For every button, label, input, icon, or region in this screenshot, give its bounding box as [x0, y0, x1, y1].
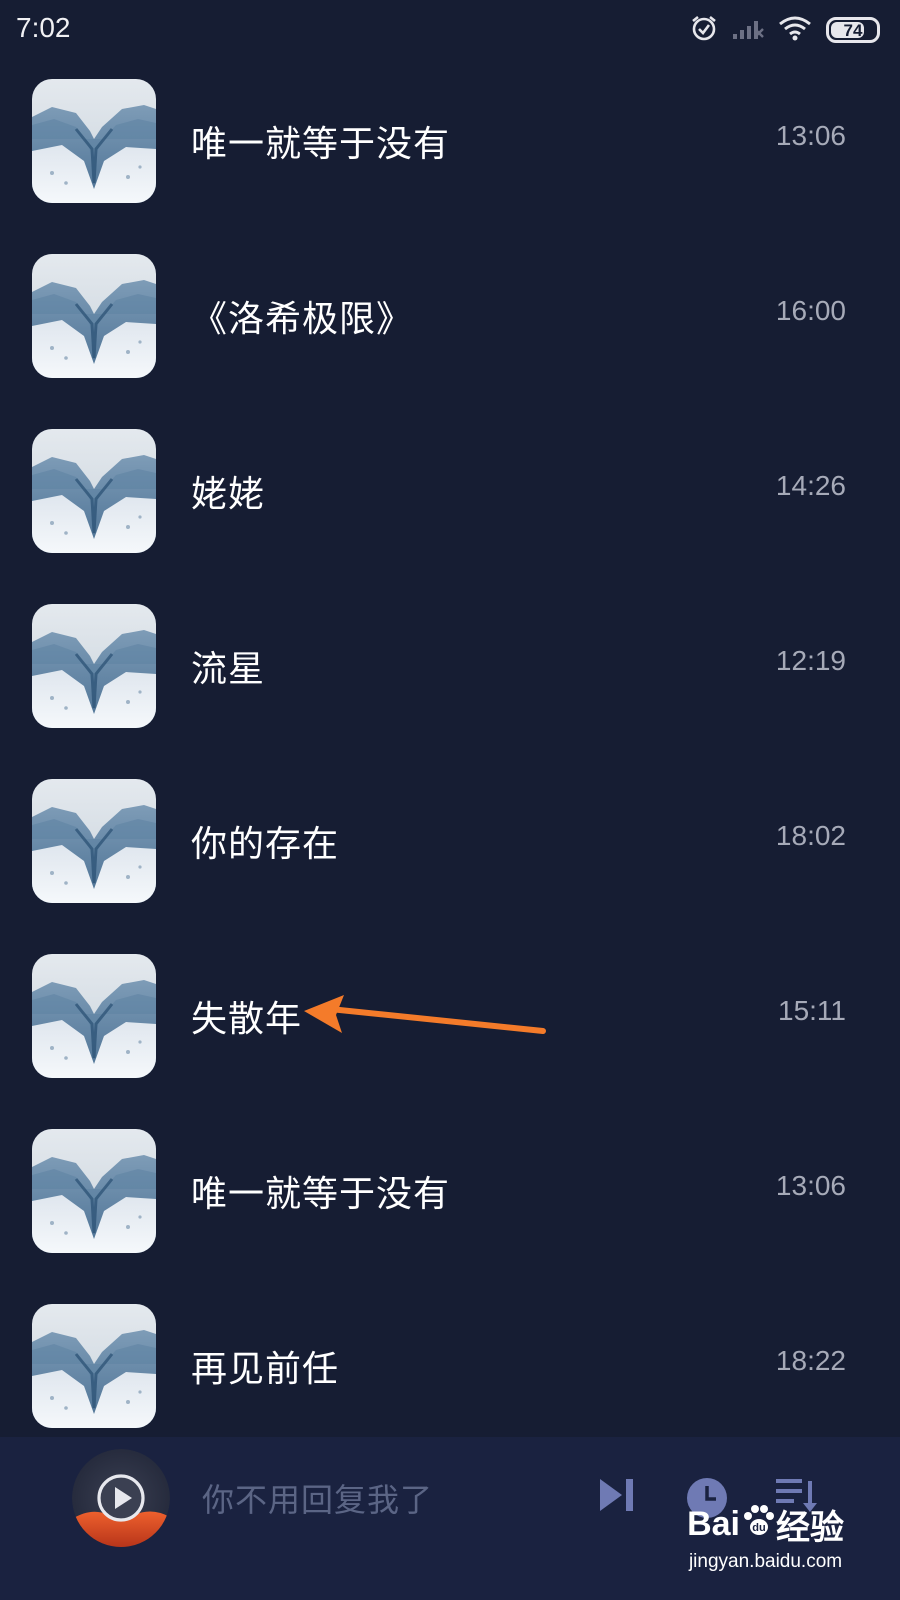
watermark-url: jingyan.baidu.com [688, 1551, 843, 1572]
player-album-disc[interactable] [72, 1449, 170, 1547]
watermark-brand-right: 经验 [776, 1509, 844, 1547]
song-thumbnail[interactable] [32, 254, 156, 378]
battery-icon: 74 [826, 17, 880, 43]
song-title: 唯一就等于没有 [191, 124, 451, 165]
song-title: 再见前任 [191, 1349, 340, 1390]
song-title: 姥姥 [191, 474, 266, 515]
song-item[interactable]: 流星 12:19 [0, 600, 900, 775]
status-bar: 7:02 74 [0, 0, 900, 64]
annotation-arrow [300, 995, 550, 1044]
song-duration: 14:26 [775, 470, 846, 501]
song-duration: 16:00 [775, 295, 846, 326]
wifi-icon [778, 15, 812, 45]
paw-icon: du [740, 1502, 776, 1547]
song-duration: 15:11 [778, 995, 846, 1026]
song-item[interactable]: 姥姥 14:26 [0, 425, 900, 600]
song-thumbnail[interactable] [32, 1129, 156, 1253]
song-title: 失散年 [191, 999, 303, 1040]
song-duration: 18:02 [775, 820, 846, 851]
song-thumbnail[interactable] [32, 779, 156, 903]
next-track-icon[interactable] [598, 1477, 636, 1517]
status-time: 7:02 [16, 12, 71, 43]
song-duration: 13:06 [775, 120, 846, 151]
watermark-brand: Bai du 经验 [687, 1500, 844, 1549]
song-thumbnail[interactable] [32, 954, 156, 1078]
baidu-jingyan-watermark: Bai du 经验 jingyan.baidu.com [687, 1500, 844, 1573]
watermark-brand-left: Bai [687, 1505, 740, 1543]
song-title: 流星 [191, 649, 266, 690]
song-thumbnail[interactable] [32, 1304, 156, 1428]
song-thumbnail[interactable] [32, 429, 156, 553]
alarm-clock-icon [690, 14, 718, 46]
song-thumbnail[interactable] [32, 604, 156, 728]
song-title: 《洛希极限》 [191, 299, 414, 340]
play-icon[interactable] [96, 1473, 146, 1523]
song-list: 唯一就等于没有 13:06 《洛希极限》 16:00 姥姥 14:26 流星 12:19 你的存… [0, 75, 900, 1475]
now-playing-title[interactable]: 你不用回复我了 [202, 1475, 433, 1521]
song-title: 你的存在 [191, 824, 340, 865]
song-duration: 12:19 [775, 645, 846, 676]
song-thumbnail[interactable] [32, 79, 156, 203]
song-item[interactable]: 唯一就等于没有 13:06 [0, 75, 900, 250]
song-item[interactable]: 你的存在 18:02 [0, 775, 900, 950]
song-duration: 18:22 [775, 1345, 846, 1376]
signal-off-icon [732, 16, 764, 44]
song-duration: 13:06 [775, 1170, 846, 1201]
song-item[interactable]: 《洛希极限》 16:00 [0, 250, 900, 425]
song-item[interactable]: 唯一就等于没有 13:06 [0, 1125, 900, 1300]
battery-level: 74 [843, 20, 863, 40]
status-icons: 74 [690, 14, 880, 46]
song-title: 唯一就等于没有 [191, 1174, 451, 1215]
svg-text:du: du [752, 1522, 765, 1534]
